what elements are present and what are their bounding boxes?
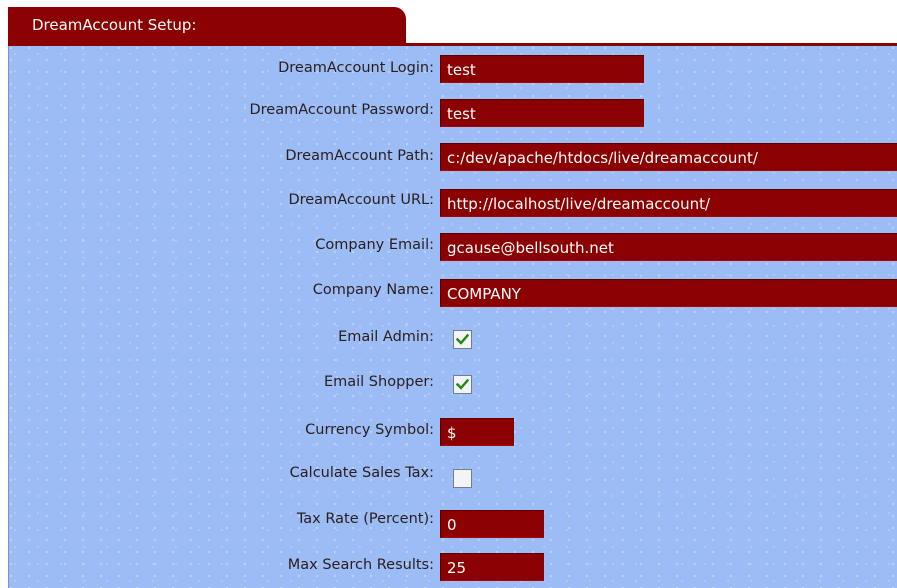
dreamaccount-url-input[interactable]: http://localhost/live/dreamaccount/: [440, 189, 897, 217]
dreamaccount-password-label: DreamAccount Password:: [249, 102, 434, 118]
dreamaccount-login-input[interactable]: test: [440, 55, 644, 83]
panel-title: DreamAccount Setup:: [32, 16, 197, 34]
dreamaccount-login-label: DreamAccount Login:: [278, 60, 434, 76]
dreamaccount-path-label: DreamAccount Path:: [285, 148, 434, 164]
currency-symbol-input[interactable]: $: [440, 418, 514, 446]
calculate-sales-tax-label: Calculate Sales Tax:: [289, 465, 434, 481]
email-admin-label: Email Admin:: [338, 329, 434, 345]
currency-symbol-label: Currency Symbol:: [305, 422, 434, 438]
email-admin-checkbox[interactable]: [453, 330, 472, 349]
company-name-label: Company Name:: [312, 282, 434, 298]
email-shopper-label: Email Shopper:: [323, 374, 434, 390]
company-name-input[interactable]: COMPANY: [440, 279, 897, 307]
email-shopper-checkbox[interactable]: [453, 375, 472, 394]
dreamaccount-path-input[interactable]: c:/dev/apache/htdocs/live/dreamaccount/: [440, 143, 897, 171]
setup-form-panel: [8, 46, 897, 588]
tax-rate-input[interactable]: 0: [440, 510, 544, 538]
dreamaccount-url-label: DreamAccount URL:: [288, 192, 434, 208]
max-search-results-input[interactable]: 25: [440, 553, 544, 581]
checkmark-icon: [456, 333, 469, 345]
checkmark-icon: [456, 378, 469, 390]
setup-tab: DreamAccount Setup:: [8, 7, 406, 43]
company-email-label: Company Email:: [315, 237, 434, 253]
tax-rate-label: Tax Rate (Percent):: [296, 511, 434, 527]
company-email-input[interactable]: gcause@bellsouth.net: [440, 233, 897, 261]
max-search-results-label: Max Search Results:: [287, 557, 434, 573]
dreamaccount-password-input[interactable]: test: [440, 99, 644, 127]
calculate-sales-tax-checkbox[interactable]: [453, 469, 472, 488]
